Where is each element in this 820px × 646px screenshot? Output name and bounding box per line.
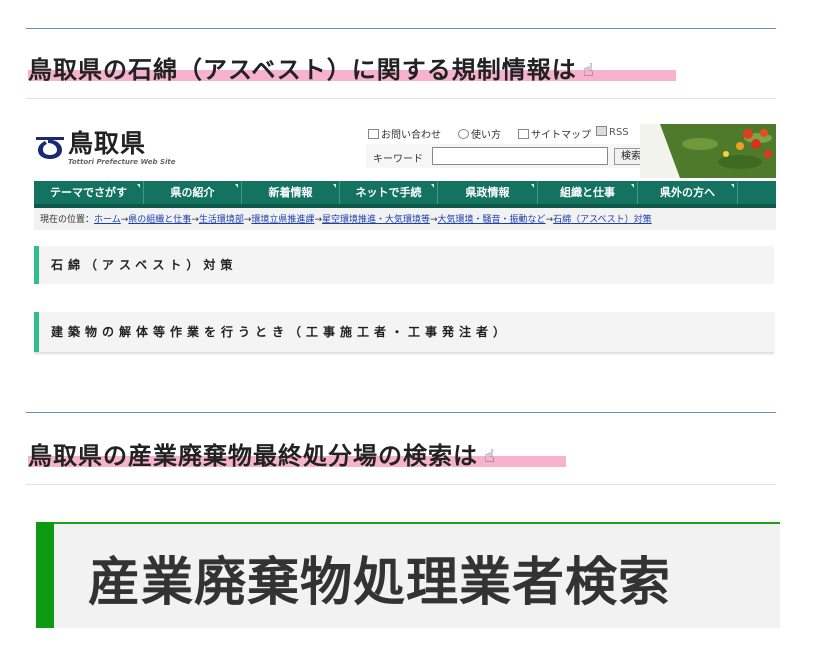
section-title-text: 鳥取県の石綿（アスベスト）に関する規制情報は	[28, 56, 577, 84]
breadcrumb-link[interactable]: 石綿（アスベスト）対策	[553, 215, 652, 225]
site-logo-subtitle: Tottori Prefecture Web Site	[68, 158, 176, 166]
util-link-contact[interactable]: お問い合わせ	[368, 126, 441, 141]
breadcrumb-link[interactable]: 生活環境部	[199, 215, 244, 225]
section-divider-soft	[26, 98, 776, 99]
util-link-sitemap[interactable]: サイトマップ	[518, 126, 591, 141]
section-title-landfill: 鳥取県の産業廃棄物最終処分場の検索は ☝	[28, 436, 496, 471]
nav-organization[interactable]: 組織と仕事	[538, 181, 638, 204]
breadcrumb-link[interactable]: 環境立県推進課	[251, 215, 314, 225]
breadcrumb-prefix: 現在の位置：	[40, 215, 95, 225]
main-nav: テーマでさがす 県の紹介 新着情報 ネットで手続 県政情報 組織と仕事 県外の方…	[34, 181, 776, 204]
keyword-label: キーワード	[373, 154, 423, 165]
breadcrumb: 現在の位置：ホーム→県の組織と仕事→生活環境部→環境立県推進課→星空環境推進・大…	[40, 215, 652, 225]
nav-govt[interactable]: 県政情報	[438, 181, 538, 204]
util-link-label: お問い合わせ	[381, 130, 441, 141]
header-photo	[640, 124, 776, 178]
breadcrumb-link[interactable]: 星空環境推進・大気環境等	[322, 215, 430, 225]
section-title-text: 鳥取県の産業廃棄物最終処分場の検索は	[28, 442, 478, 470]
nav-news[interactable]: 新着情報	[242, 181, 340, 204]
section-divider-top	[26, 412, 776, 413]
rss-icon	[596, 126, 607, 136]
pointing-hand-icon: ☝	[484, 446, 496, 467]
util-link-label: 使い方	[471, 130, 501, 141]
breadcrumb-link[interactable]: 大気環境・騒音・振動など	[438, 215, 546, 225]
asbestos-heading: 石綿（アスベスト）対策	[34, 246, 774, 284]
site-logo-text[interactable]: 鳥取県	[68, 124, 146, 160]
nav-intro[interactable]: 県の紹介	[144, 181, 242, 204]
rss-link[interactable]: RSS	[596, 126, 629, 138]
section-divider-soft	[26, 484, 776, 485]
nav-theme[interactable]: テーマでさがす	[34, 181, 144, 204]
demolition-heading: 建築物の解体等作業を行うとき（工事施工者・工事発注者）	[34, 312, 774, 352]
pointing-hand-icon: ☝	[582, 60, 595, 81]
mail-icon	[368, 129, 379, 139]
nav-visitors[interactable]: 県外の方へ	[638, 181, 738, 204]
tottori-logo-icon[interactable]	[34, 128, 66, 160]
banner-accent-bar	[36, 522, 54, 628]
util-link-label: サイトマップ	[531, 130, 591, 141]
nav-procedures[interactable]: ネットで手続	[340, 181, 438, 204]
banner-title: 産業廃棄物処理業者検索	[88, 553, 672, 613]
section-title-asbestos: 鳥取県の石綿（アスベスト）に関する規制情報は ☝	[28, 50, 595, 85]
help-icon	[458, 129, 469, 139]
sitemap-icon	[518, 129, 529, 139]
keyword-input[interactable]	[432, 147, 608, 165]
breadcrumb-link[interactable]: 県の組織と仕事	[128, 215, 191, 225]
section-divider-top	[26, 28, 776, 29]
rss-label: RSS	[609, 127, 629, 138]
util-link-howto[interactable]: 使い方	[458, 126, 501, 141]
breadcrumb-link[interactable]: ホーム	[94, 215, 121, 225]
